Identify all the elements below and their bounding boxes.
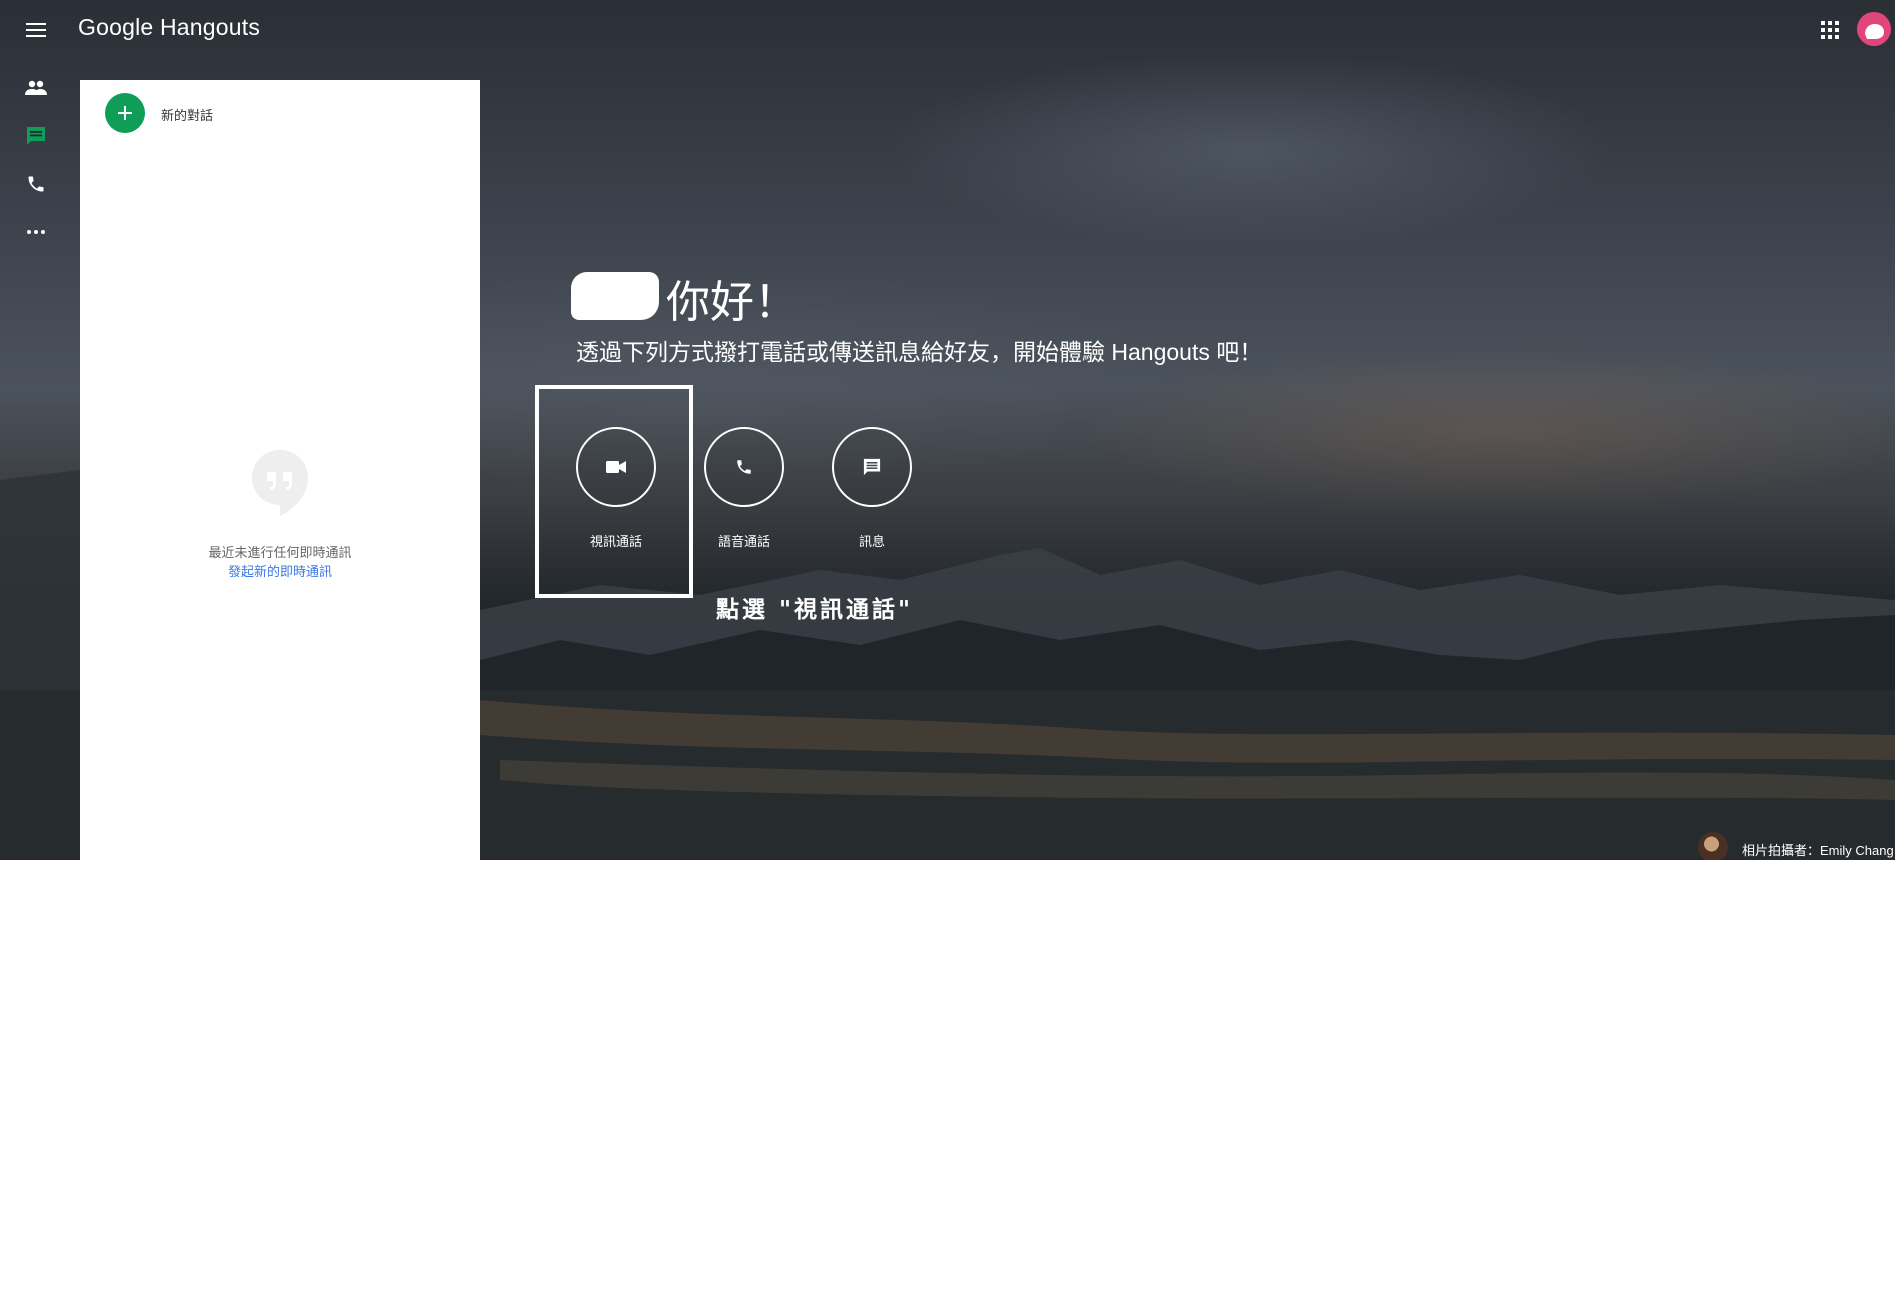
account-avatar[interactable]: [1857, 12, 1891, 46]
video-call-action[interactable]: 視訊通話: [576, 427, 656, 550]
photo-credit[interactable]: 相片拍攝者：Emily Chang: [1742, 840, 1894, 859]
apps-launcher-button[interactable]: [1816, 16, 1844, 44]
voice-call-label: 語音通話: [717, 534, 770, 549]
message-icon: [863, 458, 881, 476]
nav-contacts[interactable]: [22, 74, 50, 102]
photographer-avatar: [1698, 832, 1728, 860]
apps-grid-icon: [1821, 21, 1839, 39]
conversation-list-panel: 新的對話 最近未進行任何即時通訊 發起新的即時通訊: [80, 80, 480, 860]
hangouts-app: Google Hangouts 新的對話 最近未進行任何即時通訊 發起新的即時通…: [0, 0, 1895, 860]
avatar-image: [1857, 12, 1891, 46]
voice-call-button[interactable]: [704, 427, 784, 507]
redacted-username: [571, 272, 659, 320]
people-icon: [25, 80, 47, 95]
phone-icon: [28, 176, 44, 192]
greeting-text: 你好！: [666, 277, 798, 328]
plus-icon: [118, 106, 132, 120]
new-conversation-label[interactable]: 新的對話: [161, 105, 213, 124]
empty-state-message: 最近未進行任何即時通訊: [208, 545, 352, 560]
hamburger-menu-icon: [26, 23, 46, 37]
voice-call-action[interactable]: 語音通話: [704, 427, 784, 550]
video-call-label: 視訊通話: [589, 534, 642, 549]
message-action[interactable]: 訊息: [832, 427, 912, 550]
video-call-button[interactable]: [576, 427, 656, 507]
instruction-annotation: 點選 "視訊通話": [716, 596, 913, 623]
new-conversation-button[interactable]: [105, 93, 145, 133]
message-label: 訊息: [858, 534, 885, 549]
chat-icon: [27, 127, 45, 145]
main-menu-button[interactable]: [22, 16, 50, 44]
nav-more[interactable]: [22, 218, 50, 246]
phone-icon: [737, 460, 751, 474]
nav-phone-calls[interactable]: [22, 170, 50, 198]
welcome-subtitle: 透過下列方式撥打電話或傳送訊息給好友，開始體驗 Hangouts 吧！: [576, 339, 1263, 365]
nav-conversations[interactable]: [22, 122, 50, 150]
google-hangouts-logo: Google Hangouts: [78, 14, 261, 40]
videocam-icon: [606, 461, 626, 473]
message-button[interactable]: [832, 427, 912, 507]
more-horiz-icon: [27, 230, 45, 234]
start-new-chat-link[interactable]: 發起新的即時通訊: [80, 561, 480, 580]
hangouts-quote-icon: [252, 450, 308, 516]
